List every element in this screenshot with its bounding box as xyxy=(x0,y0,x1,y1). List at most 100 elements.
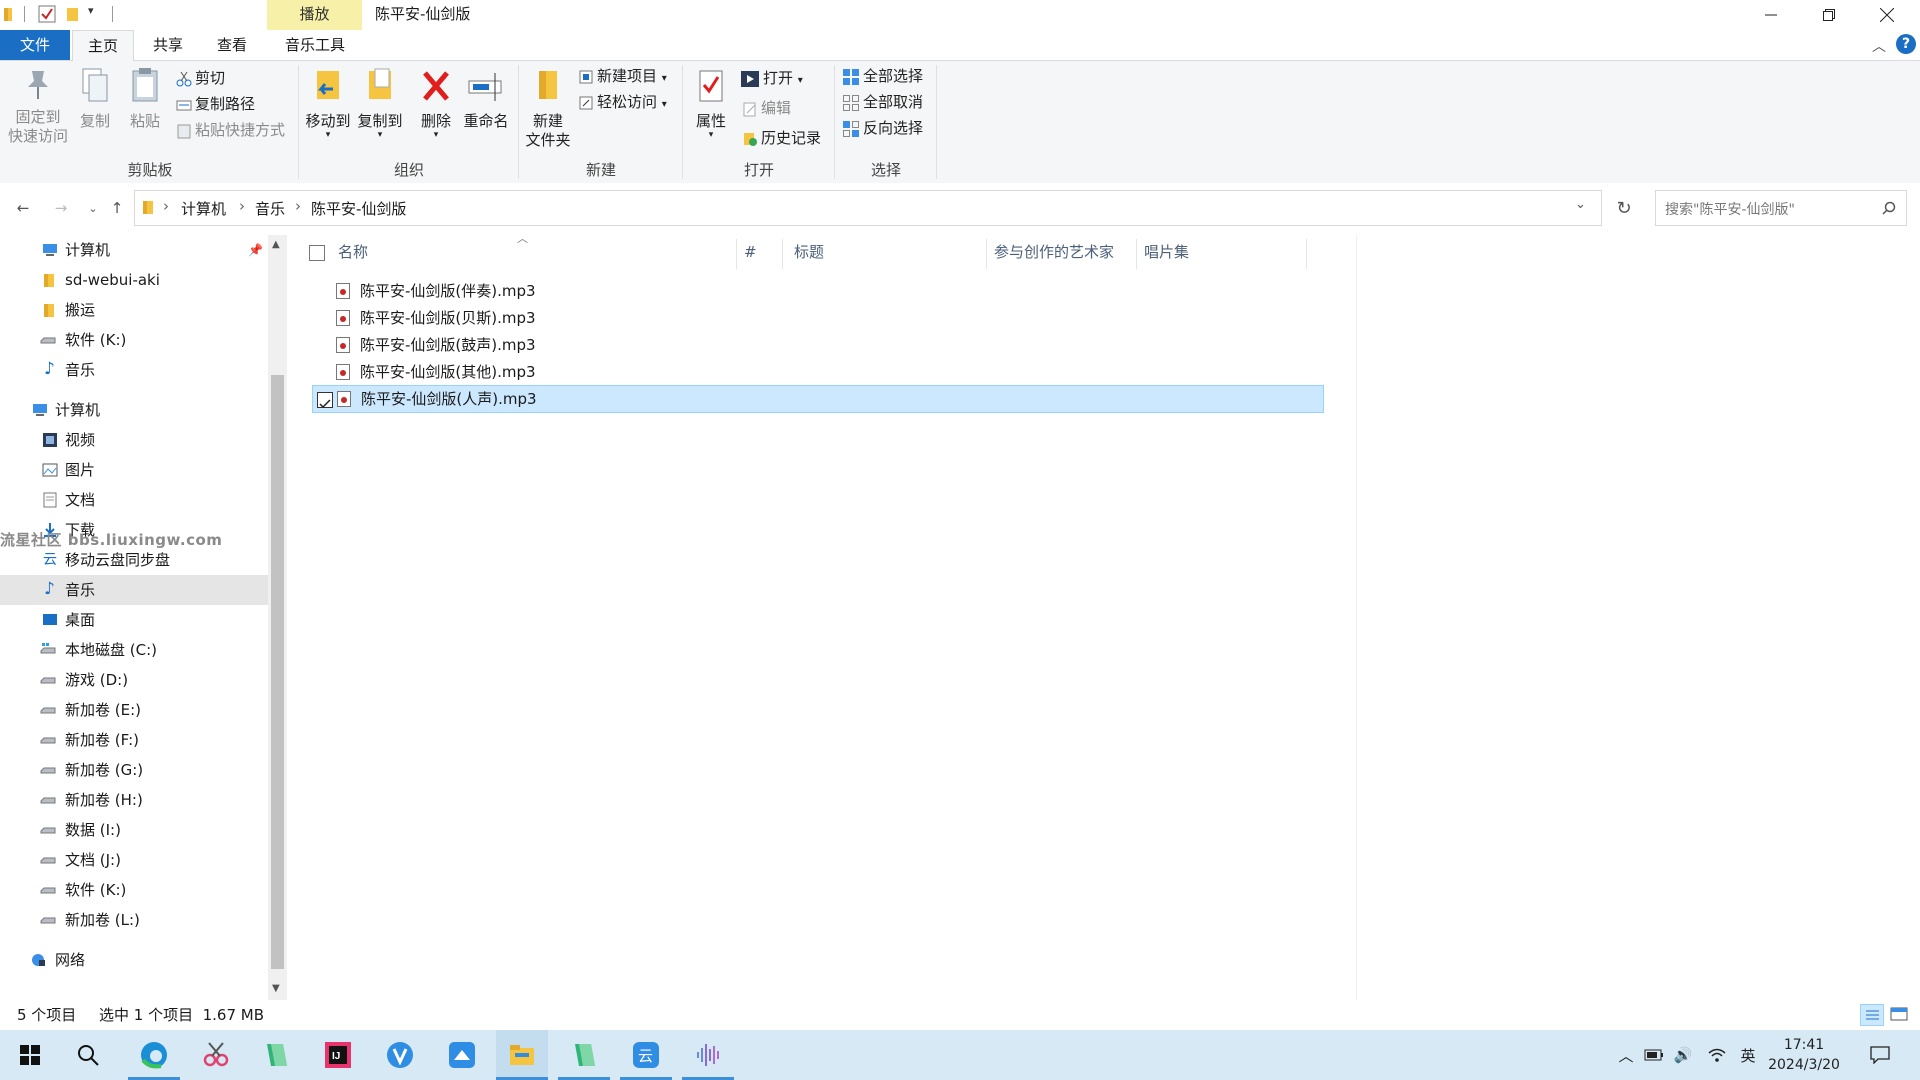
restore-button[interactable] xyxy=(1800,0,1858,30)
column-header-artists[interactable]: 参与创作的艺术家 xyxy=(994,235,1114,269)
scroll-down-icon[interactable]: ▼ xyxy=(272,983,280,994)
input-method-indicator[interactable]: 英 xyxy=(1734,1030,1762,1080)
details-view-button[interactable] xyxy=(1860,1004,1884,1026)
nav-item-pictures[interactable]: 图片 xyxy=(0,455,268,485)
taskbar-app-green-notes[interactable] xyxy=(250,1030,302,1080)
taskbar-app-bird[interactable] xyxy=(436,1030,488,1080)
file-row[interactable]: 陈平安-仙剑版(伴奏).mp3 xyxy=(312,278,1312,304)
nav-item-drive-l[interactable]: 新加卷 (L:) xyxy=(0,905,268,935)
nav-item-drive-c[interactable]: 本地磁盘 (C:) xyxy=(0,635,268,665)
column-header-title[interactable]: 标题 xyxy=(794,235,824,269)
properties-button[interactable]: 属性 ▾ xyxy=(686,67,736,140)
nav-item-music[interactable]: ♪ 音乐 xyxy=(0,575,268,605)
recent-locations-button[interactable]: ⌄ xyxy=(82,197,104,219)
nav-item-sd-webui-aki[interactable]: sd-webui-aki xyxy=(0,265,268,295)
nav-item-music-quick[interactable]: ♪ 音乐 xyxy=(0,355,268,385)
address-bar[interactable]: › 计算机 › 音乐 › 陈平安-仙剑版 ⌄ xyxy=(134,190,1602,226)
taskbar-app-green-notes-2[interactable] xyxy=(558,1030,610,1080)
nav-item-drive-f[interactable]: 新加卷 (F:) xyxy=(0,725,268,755)
nav-item-drive-i[interactable]: 数据 (I:) xyxy=(0,815,268,845)
forward-button[interactable]: → xyxy=(50,197,72,219)
nav-item-computer-quick[interactable]: 计算机 📌 xyxy=(0,235,268,265)
file-row[interactable]: 陈平安-仙剑版(其他).mp3 xyxy=(312,359,1312,385)
back-button[interactable]: ← xyxy=(12,197,34,219)
open-button[interactable]: 打开 ▾ xyxy=(740,67,803,89)
collapse-ribbon-icon[interactable]: ︿ xyxy=(1872,36,1886,56)
select-all-checkbox[interactable] xyxy=(309,245,325,261)
clock[interactable]: 17:41 2024/3/20 xyxy=(1766,1030,1842,1080)
file-row[interactable]: 陈平安-仙剑版(贝斯).mp3 xyxy=(312,305,1312,331)
history-button[interactable]: 历史记录 xyxy=(742,127,821,149)
large-icons-view-button[interactable] xyxy=(1888,1004,1912,1026)
nav-item-drive-h[interactable]: 新加卷 (H:) xyxy=(0,785,268,815)
wifi-icon[interactable] xyxy=(1704,1030,1730,1080)
pin-quick-access-button[interactable]: 固定到 快速访问 xyxy=(6,67,70,146)
customize-quick-access-icon[interactable]: ▾ xyxy=(88,4,94,17)
battery-icon[interactable] xyxy=(1642,1030,1666,1080)
taskbar-app-cloud[interactable]: 云 xyxy=(620,1030,672,1080)
refresh-button[interactable]: ↻ xyxy=(1613,197,1635,219)
taskbar-app-audio[interactable] xyxy=(682,1030,734,1080)
search-box[interactable]: 搜索"陈平安-仙剑版" xyxy=(1655,190,1907,226)
column-divider[interactable] xyxy=(1136,239,1137,269)
address-dropdown-icon[interactable]: ⌄ xyxy=(1575,197,1586,212)
nav-item-drive-g[interactable]: 新加卷 (G:) xyxy=(0,755,268,785)
column-header-number[interactable]: # xyxy=(744,235,757,269)
nav-item-drive-e[interactable]: 新加卷 (E:) xyxy=(0,695,268,725)
search-input[interactable]: 搜索"陈平安-仙剑版" xyxy=(1665,199,1795,219)
show-hidden-icons-button[interactable]: ︿ xyxy=(1614,1030,1638,1080)
tab-share[interactable]: 共享 xyxy=(140,30,196,60)
file-row-selected[interactable]: 陈平安-仙剑版(人声).mp3 xyxy=(312,385,1324,413)
breadcrumb-current[interactable]: 陈平安-仙剑版 xyxy=(311,198,406,219)
help-icon[interactable]: ? xyxy=(1896,34,1916,54)
delete-button[interactable]: 删除 ▾ xyxy=(414,67,458,140)
nav-item-drive-d[interactable]: 游戏 (D:) xyxy=(0,665,268,695)
column-divider[interactable] xyxy=(736,239,737,269)
invert-selection-button[interactable]: 反向选择 xyxy=(842,117,923,139)
column-divider[interactable] xyxy=(782,239,783,269)
column-header-album[interactable]: 唱片集 xyxy=(1144,235,1189,269)
select-none-button[interactable]: 全部取消 xyxy=(842,91,923,113)
new-folder-icon[interactable] xyxy=(64,5,82,23)
column-divider[interactable] xyxy=(986,239,987,269)
new-item-button[interactable]: 新建项目 ▾ xyxy=(578,65,667,87)
tab-home[interactable]: 主页 xyxy=(72,30,134,62)
breadcrumb-music[interactable]: 音乐 xyxy=(255,198,285,219)
cut-button[interactable]: 剪切 xyxy=(176,67,225,89)
copy-to-button[interactable]: 复制到 ▾ xyxy=(354,67,406,140)
notifications-button[interactable] xyxy=(1862,1030,1898,1080)
tab-music-tools[interactable]: 音乐工具 xyxy=(272,30,358,60)
search-taskbar-button[interactable] xyxy=(62,1030,114,1080)
taskbar-app-v[interactable] xyxy=(374,1030,426,1080)
volume-icon[interactable]: 🔊 xyxy=(1670,1030,1696,1080)
copy-path-button[interactable]: 复制路径 xyxy=(176,93,255,115)
row-checkbox[interactable] xyxy=(317,392,333,409)
up-button[interactable]: ↑ xyxy=(106,197,128,219)
nav-item-drive-j[interactable]: 文档 (J:) xyxy=(0,845,268,875)
new-folder-button[interactable]: 新建 文件夹 xyxy=(522,67,574,150)
column-header-name[interactable]: 名称 xyxy=(338,235,368,269)
taskbar-app-explorer[interactable] xyxy=(496,1030,548,1080)
nav-item-desktop[interactable]: 桌面 xyxy=(0,605,268,635)
file-row[interactable]: 陈平安-仙剑版(鼓声).mp3 xyxy=(312,332,1312,358)
taskbar-app-edge[interactable] xyxy=(128,1030,180,1080)
tab-view[interactable]: 查看 xyxy=(204,30,260,60)
tab-file[interactable]: 文件 xyxy=(0,30,70,60)
nav-item-documents[interactable]: 文档 xyxy=(0,485,268,515)
paste-shortcut-button[interactable]: 粘贴快捷方式 xyxy=(176,119,285,141)
taskbar-app-jetbrains[interactable]: IJ xyxy=(312,1030,364,1080)
nav-item-videos[interactable]: 视频 xyxy=(0,425,268,455)
nav-item-network[interactable]: 网络 xyxy=(0,945,268,975)
nav-item-drive-k[interactable]: 软件 (K:) xyxy=(0,875,268,905)
nav-item-banyun[interactable]: 搬运 xyxy=(0,295,268,325)
nav-scrollbar[interactable]: ▲ ▼ xyxy=(268,235,287,1001)
edit-button[interactable]: 编辑 xyxy=(742,97,791,119)
scrollbar-thumb[interactable] xyxy=(271,375,284,969)
taskbar-app-snip[interactable] xyxy=(190,1030,242,1080)
rename-button[interactable]: 重命名 xyxy=(460,67,512,131)
column-divider[interactable] xyxy=(1306,239,1307,269)
nav-item-software-k[interactable]: 软件 (K:) xyxy=(0,325,268,355)
start-button[interactable] xyxy=(4,1030,56,1080)
properties-check-icon[interactable] xyxy=(38,5,56,23)
close-button[interactable] xyxy=(1858,0,1916,30)
